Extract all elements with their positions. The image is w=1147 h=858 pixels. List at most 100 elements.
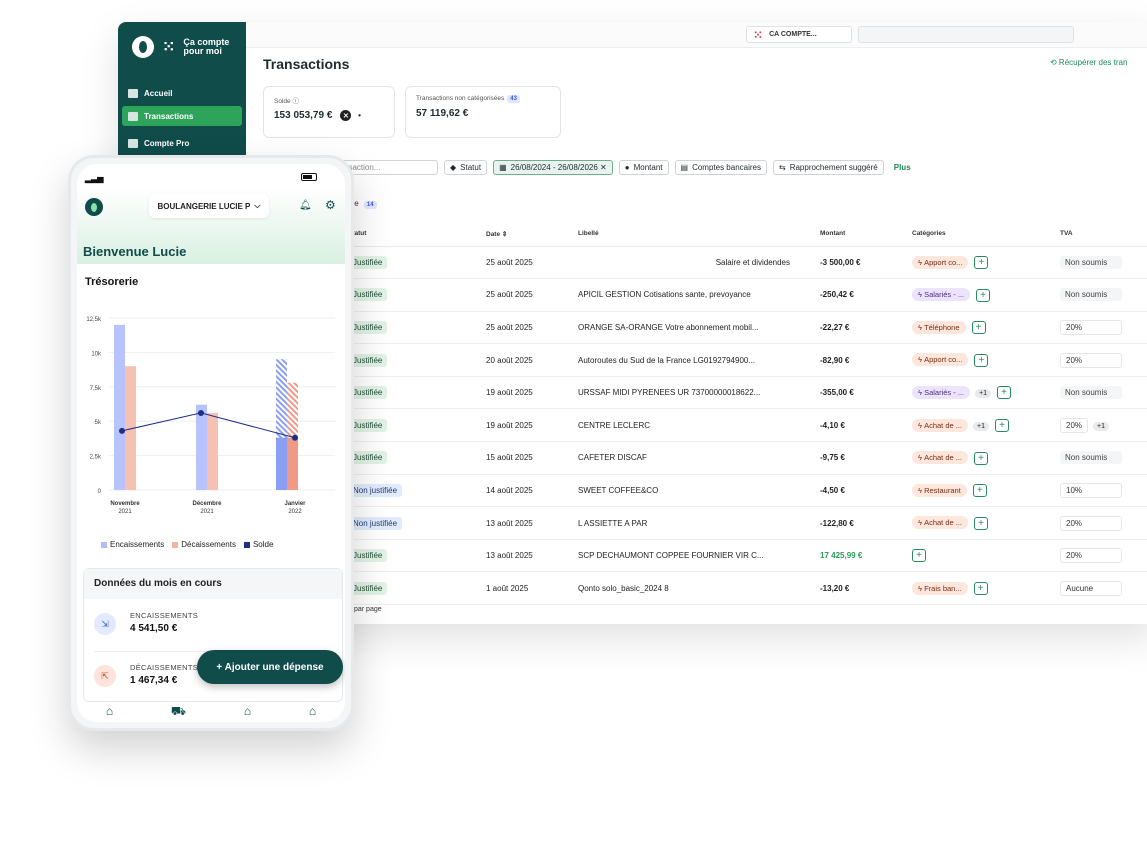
col-header-date[interactable]: Date ⇕ bbox=[486, 222, 578, 247]
table-row[interactable]: Justifiée 19 août 2025 URSSAF MIDI PYRENEE… bbox=[348, 376, 1147, 410]
sidebar-item-compte-pro[interactable]: Compte Pro bbox=[122, 133, 242, 153]
row-tva: 20% bbox=[1060, 343, 1147, 377]
account-switcher[interactable]: ⁙ CA COMPTE... bbox=[746, 26, 852, 43]
table-row[interactable]: Non justifiée 13 août 2025 L ASSIETTE A PA… bbox=[348, 506, 1147, 540]
add-category-button[interactable]: + bbox=[974, 353, 989, 367]
y-tick-label: 12,5k bbox=[86, 317, 102, 323]
add-category-button[interactable]: + bbox=[974, 255, 989, 269]
tva-select[interactable]: 20% bbox=[1060, 515, 1122, 531]
add-category-button[interactable]: + bbox=[995, 418, 1009, 432]
add-category-button[interactable]: + bbox=[974, 451, 989, 465]
category-tag[interactable]: ϟ Achat de ... bbox=[912, 418, 969, 432]
table-row[interactable]: Justifiée 25 août 2025 Salaire et dividend… bbox=[348, 246, 1147, 280]
category-tag[interactable]: ϟ Apport co... bbox=[912, 255, 969, 269]
filter-bank-accounts[interactable]: ▤ Comptes bancaires bbox=[674, 160, 767, 175]
decaissements-label: DÉCAISSEMENTS bbox=[130, 663, 199, 672]
tva-select[interactable]: 10% bbox=[1060, 482, 1122, 498]
table-row[interactable]: Justifiée 20 août 2025 Autoroutes du Sud d… bbox=[348, 343, 1147, 377]
y-tick-label: 10k bbox=[91, 351, 102, 357]
filter-status[interactable]: ◆ Statut bbox=[444, 160, 488, 175]
category-tag[interactable]: ϟ Achat de ... bbox=[912, 516, 969, 530]
table-row[interactable]: Justifiée 15 août 2025 CAFETER DISCAF -9,75… bbox=[348, 441, 1147, 475]
table-row[interactable]: Non justifiée 14 août 2025 SWEET COFFEE&CO… bbox=[348, 474, 1147, 508]
add-category-button[interactable]: + bbox=[971, 321, 986, 335]
table-row[interactable]: Justifiée 1 août 2025 Qonto solo_basic_202… bbox=[348, 571, 1147, 606]
table-row[interactable]: Justifiée 25 août 2025 APICIL GESTION Coti… bbox=[348, 278, 1147, 312]
col-header-amount[interactable]: Montant bbox=[820, 222, 912, 247]
category-tag[interactable]: ϟ Achat de ... bbox=[912, 451, 969, 465]
balance-label: Solde bbox=[274, 98, 291, 105]
add-category-button[interactable]: + bbox=[997, 386, 1012, 400]
signal-icon: ▂▃▅ bbox=[85, 174, 104, 183]
home-icon[interactable]: ⌂ bbox=[106, 704, 113, 722]
close-circle-icon[interactable]: ✕ bbox=[340, 110, 352, 121]
sidebar-item-transactions[interactable]: Transactions bbox=[122, 106, 242, 126]
category-tag[interactable]: ϟ Restaurant bbox=[912, 483, 967, 497]
category-tag[interactable]: ϟ Salariés - ... bbox=[912, 385, 971, 399]
tva-select[interactable]: Non soumis bbox=[1060, 255, 1122, 269]
recover-transactions-link[interactable]: ⟲ Récupérer des tran bbox=[1050, 58, 1127, 67]
add-category-button[interactable]: + bbox=[974, 516, 989, 530]
home-icon[interactable]: ⌂ bbox=[244, 704, 251, 722]
more-filters-link[interactable]: Plus bbox=[894, 163, 911, 172]
brand-logo[interactable]: ⁙ Ça compte pour moi bbox=[132, 36, 229, 58]
welcome-title: Bienvenue Lucie bbox=[83, 244, 187, 259]
transactions-table: Statut Date ⇕ Libellé Montant Catégories… bbox=[348, 222, 1147, 606]
company-selector[interactable]: BOULANGERIE LUCIE P ⌵ bbox=[149, 194, 269, 218]
category-tag[interactable]: ϟ Salariés - ... bbox=[912, 288, 971, 302]
tva-select[interactable]: Non soumis bbox=[1060, 288, 1122, 302]
table-row[interactable]: Justifiée 25 août 2025 ORANGE SA-ORANGE Vo… bbox=[348, 311, 1147, 345]
add-category-button[interactable]: + bbox=[976, 288, 991, 302]
filter-amount[interactable]: ● Montant bbox=[618, 160, 669, 175]
bar-decaissements[interactable] bbox=[207, 412, 218, 490]
row-label: SWEET COFFEE&CO bbox=[578, 474, 820, 508]
gear-icon[interactable]: ⚙ bbox=[325, 198, 336, 212]
row-date: 25 août 2025 bbox=[486, 246, 578, 280]
bar-encaissements[interactable] bbox=[114, 324, 125, 490]
solde-point[interactable] bbox=[198, 409, 204, 416]
filter-suggested-match[interactable]: ⇆ Rapprochement suggéré bbox=[772, 160, 884, 175]
row-amount: -9,75 € bbox=[820, 441, 912, 475]
filter-date-range[interactable]: ▦ 26/08/2024 - 26/08/2026 ✕ bbox=[493, 160, 613, 175]
cart-icon[interactable]: ⛟ bbox=[171, 704, 186, 722]
add-category-button[interactable]: + bbox=[973, 581, 988, 595]
table-row[interactable]: Justifiée 19 août 2025 CENTRE LECLERC -4,10… bbox=[348, 408, 1147, 443]
col-header-status[interactable]: Statut bbox=[348, 222, 486, 247]
x-tick-year: 2021 bbox=[118, 509, 132, 515]
col-header-label[interactable]: Libellé bbox=[578, 222, 820, 247]
row-amount: -355,00 € bbox=[820, 376, 912, 410]
category-tag[interactable]: ϟ Apport co... bbox=[912, 353, 969, 367]
add-category-button[interactable]: + bbox=[912, 549, 926, 563]
tva-select[interactable]: 20% bbox=[1060, 319, 1122, 335]
add-expense-button[interactable]: + Ajouter une dépense bbox=[197, 650, 343, 684]
bar-encaissements[interactable] bbox=[196, 404, 207, 490]
top-search-input[interactable] bbox=[858, 26, 1074, 43]
category-tag[interactable]: ϟ Téléphone bbox=[912, 320, 966, 334]
status-badge[interactable]: Non justifiée bbox=[348, 516, 403, 530]
x-tick-label: Novembre bbox=[110, 501, 140, 507]
app-logo-icon[interactable] bbox=[85, 198, 103, 216]
bottom-nav: ⌂ ⛟ ⌂ ⌂ bbox=[77, 704, 345, 722]
home-icon[interactable]: ⌂ bbox=[309, 704, 316, 722]
tva-select[interactable]: 20% bbox=[1060, 352, 1122, 368]
col-header-categories[interactable]: Catégories bbox=[912, 222, 1060, 247]
sidebar-item-accueil[interactable]: Accueil bbox=[122, 83, 242, 103]
tva-select[interactable]: 20% bbox=[1060, 548, 1122, 564]
tva-select[interactable]: Non soumis bbox=[1060, 386, 1122, 400]
tva-select[interactable]: Aucune bbox=[1060, 580, 1122, 596]
add-category-button[interactable]: + bbox=[972, 484, 987, 498]
dot-icon: • bbox=[358, 111, 361, 121]
burst-icon: ⁙ bbox=[753, 27, 764, 42]
solde-point[interactable] bbox=[119, 427, 125, 434]
table-row[interactable]: Justifiée 13 août 2025 SCP DECHAUMONT COPP… bbox=[348, 539, 1147, 573]
category-tag[interactable]: ϟ Frais ban... bbox=[912, 581, 968, 595]
encaissements-row[interactable]: ⇲ ENCAISSEMENTS 4 541,50 € bbox=[94, 603, 334, 647]
col-header-tva[interactable]: TVA bbox=[1060, 222, 1147, 247]
status-badge[interactable]: Non justifiée bbox=[348, 483, 403, 497]
bell-icon[interactable]: 🔔︎ bbox=[299, 200, 312, 211]
tva-select[interactable]: Non soumis bbox=[1060, 451, 1122, 465]
tva-select[interactable]: 20% bbox=[1060, 417, 1089, 433]
x-tick-label: Décembre bbox=[192, 501, 222, 507]
transaction-search-input[interactable]: nsaction... bbox=[338, 160, 438, 175]
solde-point[interactable] bbox=[292, 434, 298, 441]
